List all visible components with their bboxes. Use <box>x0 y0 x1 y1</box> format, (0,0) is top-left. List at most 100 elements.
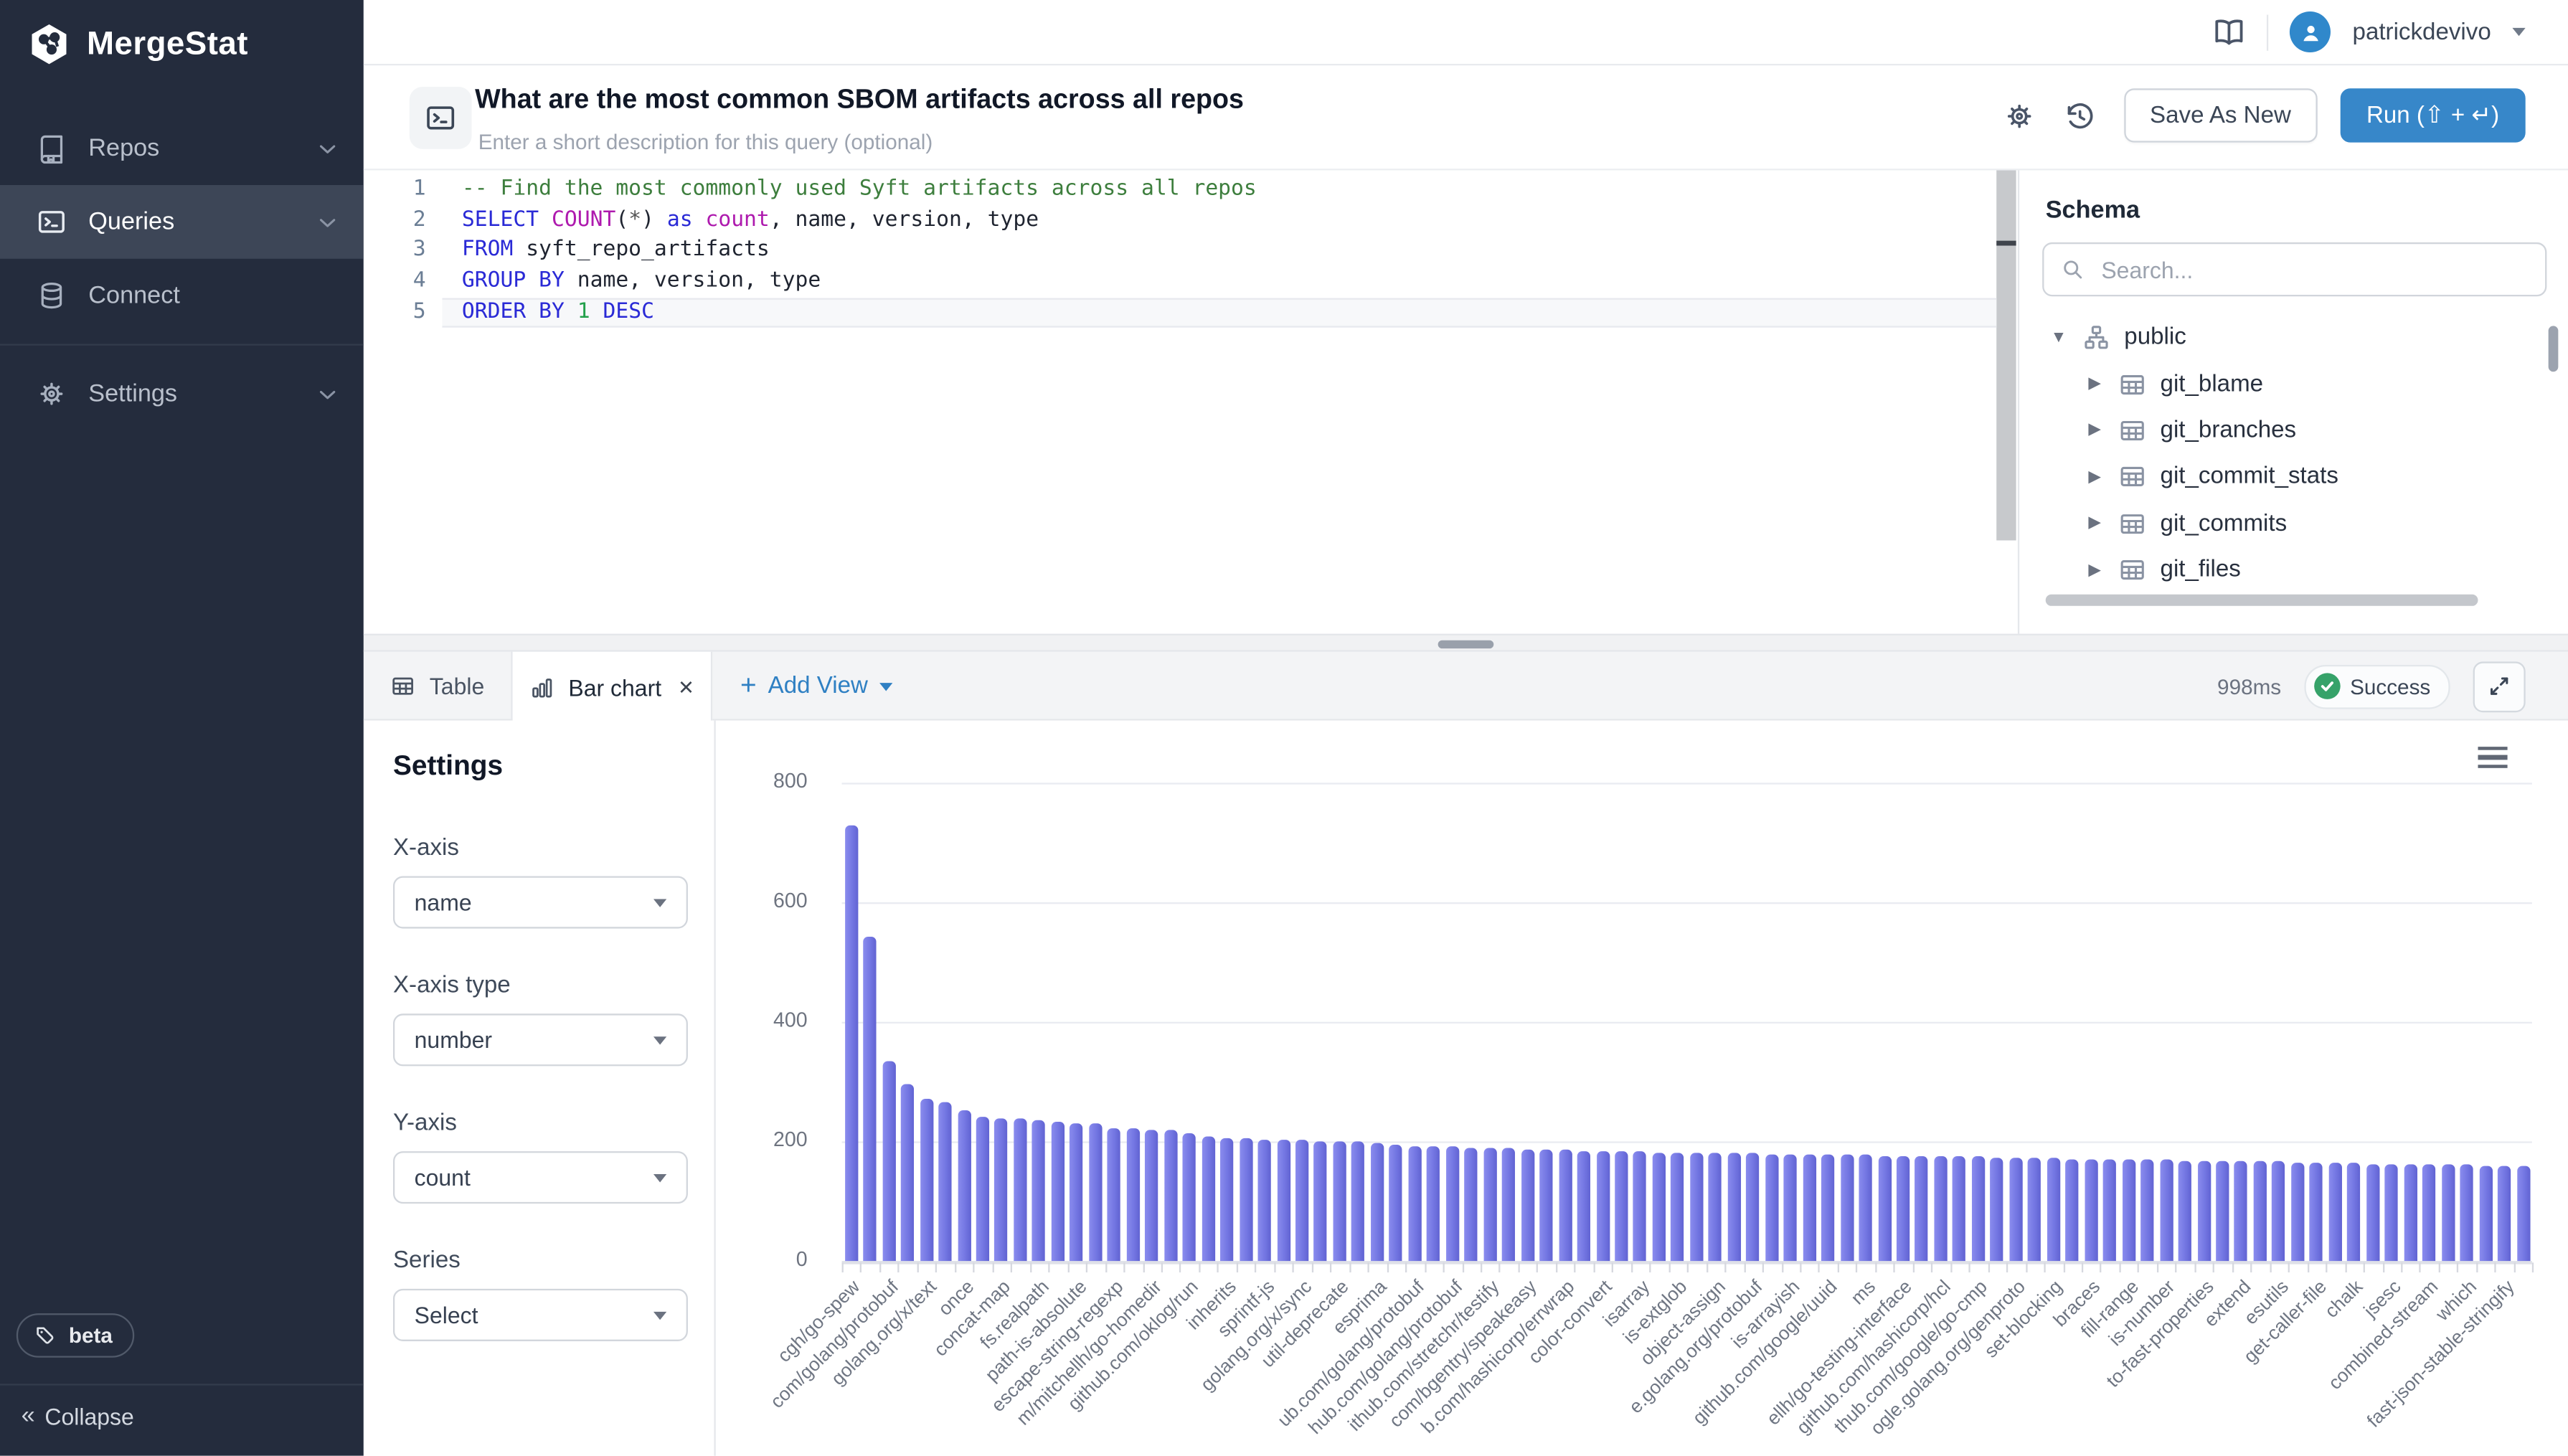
splitter-drag-handle[interactable] <box>1438 640 1494 648</box>
schema-node-public[interactable]: ▼public <box>2019 314 2544 361</box>
chart-bar <box>2085 1159 2097 1261</box>
sidebar-item-settings[interactable]: Settings <box>0 357 364 431</box>
x-axis-tick <box>1123 1262 1125 1272</box>
close-tab-icon[interactable]: ✕ <box>678 676 694 699</box>
chart-bar <box>1070 1123 1083 1262</box>
tag-icon <box>34 1324 57 1347</box>
table-icon <box>2118 369 2147 399</box>
chart-bar <box>1183 1133 1196 1261</box>
chart-bar <box>2028 1158 2041 1261</box>
x-axis-tick <box>2025 1262 2026 1272</box>
x-axis-tick <box>2082 1262 2083 1272</box>
tree-caret-right-icon[interactable]: ▶ <box>2085 468 2105 486</box>
chart-bar <box>2291 1163 2304 1261</box>
x-axis-tick <box>1255 1262 1257 1272</box>
y-axis-tick-label: 800 <box>716 770 808 793</box>
query-description-input[interactable] <box>475 128 1399 156</box>
collapse-label: Collapse <box>44 1403 133 1429</box>
select-value: count <box>415 1164 471 1191</box>
status-label: Success <box>2350 674 2430 699</box>
chart-bar <box>920 1098 933 1261</box>
schema-table-git_commits[interactable]: ▶git_commits <box>2019 501 2544 547</box>
gear-icon[interactable] <box>2003 99 2036 132</box>
chart-bar <box>2122 1159 2135 1261</box>
collapse-button[interactable]: « Collapse <box>22 1401 134 1429</box>
tree-caret-right-icon[interactable]: ▶ <box>2085 375 2105 393</box>
x-axis-tick <box>1499 1262 1501 1272</box>
x-axis-tick <box>1029 1262 1031 1272</box>
chart-bar <box>1108 1128 1120 1261</box>
schema-table-git_branches[interactable]: ▶git_branches <box>2019 407 2544 454</box>
chart-bar <box>2234 1161 2247 1261</box>
schema-table-git_blame[interactable]: ▶git_blame <box>2019 361 2544 407</box>
schema-search-input[interactable] <box>2098 255 2529 284</box>
x-axis-tick <box>1706 1262 1707 1272</box>
editor-line-code: GROUP BY name, version, type <box>462 267 821 298</box>
main-area: patrickdevivo What are the most common S… <box>364 0 2568 1456</box>
expand-results-button[interactable] <box>2473 661 2526 712</box>
sidebar-item-repos[interactable]: Repos <box>0 111 364 185</box>
x-axis-tick <box>2513 1262 2515 1272</box>
chart-bar <box>2460 1165 2473 1261</box>
tab-bar-chart[interactable]: Bar chart ✕ <box>513 652 713 722</box>
query-actions: Save As New Run (⇧ + ↵) <box>2003 88 2526 142</box>
chart-bar <box>882 1062 895 1261</box>
chart-bar <box>1220 1138 1233 1261</box>
schema-vertical-scrollbar[interactable] <box>2549 326 2559 372</box>
sql-editor[interactable]: 1-- Find the most commonly used Syft art… <box>364 170 2018 633</box>
field-select[interactable]: Select <box>393 1289 688 1341</box>
x-axis-tick <box>973 1262 975 1272</box>
chart-bar <box>1351 1142 1364 1261</box>
chart-menu-icon[interactable] <box>2478 747 2507 773</box>
tree-caret-right-icon[interactable]: ▶ <box>2085 561 2105 579</box>
chevron-down-icon <box>653 1036 666 1044</box>
x-axis-tick <box>1443 1262 1445 1272</box>
history-icon[interactable] <box>2063 99 2096 132</box>
chart-gridline <box>842 783 2532 784</box>
query-title[interactable]: What are the most common SBOM artifacts … <box>475 85 1244 116</box>
x-axis-tick <box>2495 1262 2496 1272</box>
x-axis-tick <box>2307 1262 2308 1272</box>
x-axis-tick <box>1105 1262 1106 1272</box>
tree-caret-right-icon[interactable]: ▶ <box>2085 514 2105 532</box>
logo[interactable]: MergeStat <box>27 22 248 67</box>
field-select[interactable]: number <box>393 1013 688 1066</box>
chevron-down-icon <box>314 135 341 161</box>
schema-horizontal-scrollbar[interactable] <box>2046 595 2478 606</box>
chart-bar <box>1126 1129 1139 1261</box>
tab-table[interactable]: Table <box>364 652 513 721</box>
schema-table-git_commit_stats[interactable]: ▶git_commit_stats <box>2019 454 2544 501</box>
x-axis-tick <box>2213 1262 2214 1272</box>
sidebar-item-label: Repos <box>88 134 314 162</box>
user-menu-caret-icon[interactable] <box>2512 28 2525 36</box>
avatar[interactable] <box>2290 11 2331 52</box>
save-as-new-button[interactable]: Save As New <box>2123 88 2317 142</box>
chart-bar <box>2140 1160 2153 1261</box>
chart-setting-y-axis: Y-axiscount <box>393 1110 688 1204</box>
field-select[interactable]: name <box>393 876 688 929</box>
beta-label: beta <box>69 1323 113 1348</box>
chart-bar <box>1521 1149 1534 1261</box>
sidebar-item-queries[interactable]: Queries <box>0 185 364 259</box>
x-axis-tick <box>1894 1262 1895 1272</box>
tree-caret-down-icon[interactable]: ▼ <box>2049 328 2068 346</box>
chart-bar <box>1239 1138 1252 1261</box>
x-axis-tick <box>1818 1262 1820 1272</box>
chart-bar <box>1878 1155 1891 1261</box>
tree-caret-right-icon[interactable]: ▶ <box>2085 422 2105 440</box>
chart-bar <box>1371 1143 1384 1261</box>
run-button[interactable]: Run (⇧ + ↵) <box>2340 88 2525 142</box>
x-axis-tick <box>1762 1262 1764 1272</box>
schema-title: Schema <box>2046 197 2140 224</box>
chart-bar <box>1859 1155 1872 1261</box>
user-menu[interactable]: patrickdevivo <box>2353 19 2491 45</box>
book-open-icon[interactable] <box>2213 16 2246 49</box>
chart-bar <box>1934 1156 1947 1261</box>
field-select[interactable]: count <box>393 1151 688 1204</box>
x-axis-tick <box>1556 1262 1557 1272</box>
x-axis-tick <box>1293 1262 1294 1272</box>
chart-bar <box>1502 1148 1515 1261</box>
sidebar-item-connect[interactable]: Connect <box>0 259 364 333</box>
add-view-button[interactable]: + Add View <box>740 652 892 721</box>
schema-table-git_files[interactable]: ▶git_files <box>2019 547 2544 593</box>
